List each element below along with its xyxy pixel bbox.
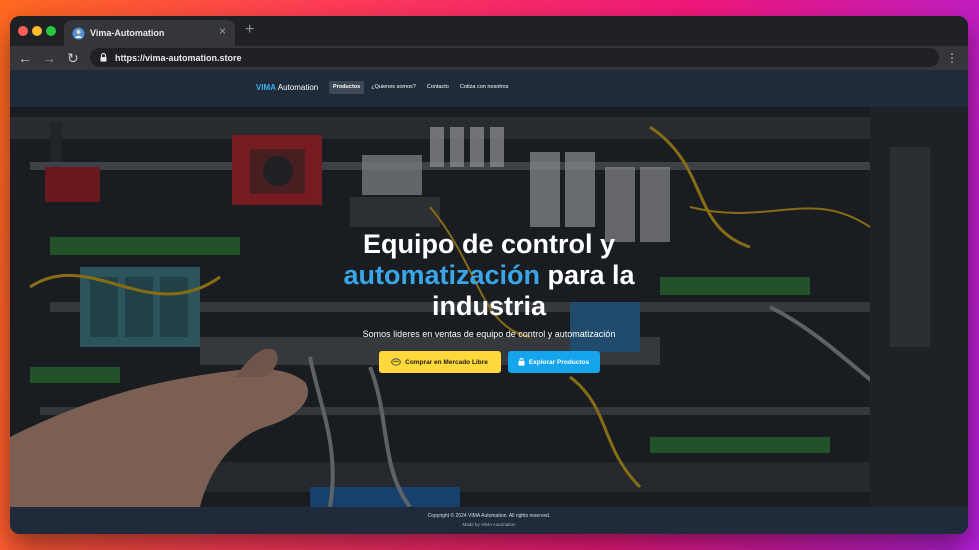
- browser-window: Vima-Automation × + ← → ↻ https://vima-a…: [10, 16, 968, 534]
- tab-title: Vima-Automation: [90, 28, 165, 38]
- web-page: VIMA Automation Productos ¿Quienes somos…: [10, 70, 968, 534]
- minimize-window-button[interactable]: [32, 26, 42, 36]
- site-logo[interactable]: VIMA Automation: [256, 83, 318, 92]
- nav-link-contacto[interactable]: Contacto: [423, 81, 453, 94]
- browser-toolbar: ← → ↻ https://vima-automation.store ⋮: [10, 46, 968, 70]
- footer-made-by: Made by VIMA Automation: [462, 522, 516, 527]
- close-window-button[interactable]: [18, 26, 28, 36]
- headline-line-1: Equipo de control y: [362, 229, 615, 259]
- address-bar[interactable]: https://vima-automation.store: [90, 48, 939, 67]
- reload-icon[interactable]: ↻: [67, 49, 79, 67]
- footer-copyright: Copyright © 2024 VIMA Automation. All ri…: [427, 513, 551, 519]
- maximize-window-button[interactable]: [46, 26, 56, 36]
- nav-link-cotiza[interactable]: Cotiza con nosotros: [456, 81, 513, 94]
- hero-cta-row: Comprar en Mercado Libre Explorar Produc…: [10, 351, 968, 373]
- site-navbar: VIMA Automation Productos ¿Quienes somos…: [10, 70, 968, 108]
- tab-close-icon[interactable]: ×: [219, 24, 226, 38]
- mercadolibre-handshake-icon: [391, 358, 401, 366]
- tab-strip: Vima-Automation × +: [10, 16, 968, 46]
- buy-mercadolibre-label: Comprar en Mercado Libre: [405, 358, 488, 366]
- lock-icon: [100, 53, 107, 62]
- new-tab-button[interactable]: +: [245, 20, 254, 40]
- browser-menu-icon[interactable]: ⋮: [946, 49, 958, 67]
- forward-arrow-icon[interactable]: →: [42, 49, 56, 67]
- hero-headline: Equipo de control y automatización para …: [10, 229, 968, 322]
- main-menu: Productos ¿Quienes somos? Contacto Cotiz…: [329, 81, 515, 94]
- site-favicon-icon: [72, 27, 85, 39]
- headline-line-3: industria: [431, 291, 546, 321]
- explore-products-button[interactable]: Explorar Productos: [507, 351, 600, 373]
- back-arrow-icon[interactable]: ←: [18, 49, 32, 67]
- bag-icon: [518, 358, 525, 366]
- nav-link-productos[interactable]: Productos: [329, 81, 365, 94]
- brand-name-highlight: VIMA: [256, 83, 276, 92]
- hero-subtitle: Somos lideres en ventas de equipo de con…: [362, 329, 616, 339]
- brand-name-text: Automation: [277, 83, 319, 92]
- explore-products-label: Explorar Productos: [528, 358, 590, 366]
- browser-tab-active[interactable]: Vima-Automation ×: [64, 20, 235, 46]
- site-footer: Copyright © 2024 VIMA Automation. All ri…: [10, 507, 968, 534]
- hero-section: Equipo de control y automatización para …: [10, 107, 968, 507]
- hero-content: Equipo de control y automatización para …: [10, 229, 968, 373]
- url-text[interactable]: https://vima-automation.store: [115, 53, 242, 63]
- headline-accent-word: automatización: [343, 260, 540, 290]
- nav-link-quienes-somos[interactable]: ¿Quienes somos?: [367, 81, 420, 94]
- buy-mercadolibre-button[interactable]: Comprar en Mercado Libre: [378, 351, 501, 373]
- headline-line-2-rest: para la: [539, 260, 635, 290]
